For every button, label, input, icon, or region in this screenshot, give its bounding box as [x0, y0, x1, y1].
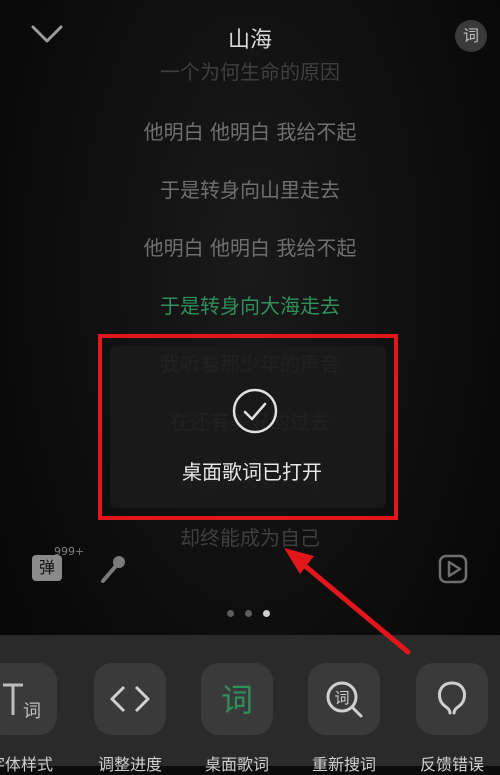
danmu-icon: 弹 [32, 555, 62, 581]
feedback-label: 反馈错误 [419, 755, 484, 774]
video-play-icon[interactable] [437, 553, 469, 585]
font-style-icon: 词 [3, 683, 41, 722]
lyric-line: 他明白 他明白 我给不起 [143, 236, 357, 260]
action-panel: 词 字体样式 调整进度 词 桌面歌词 词 重新搜词 反馈错误 [0, 635, 500, 774]
page-dot [227, 610, 234, 617]
toast-message: 桌面歌词已打开 [182, 460, 322, 484]
feedback-icon [438, 681, 466, 715]
desktop-lyrics-label: 桌面歌词 [204, 755, 269, 774]
desktop-lyrics-button[interactable]: 词 [201, 663, 273, 735]
search-lyrics-label: 重新搜词 [311, 755, 376, 774]
check-circle-icon [232, 388, 278, 434]
adjust-progress-icon [110, 685, 150, 713]
lyric-line: 于是转身向山里走去 [160, 178, 340, 202]
svg-text:词: 词 [221, 681, 253, 719]
feedback-button[interactable] [416, 663, 488, 735]
lyric-badge-icon[interactable]: 词 [455, 20, 487, 52]
toast-highlight-box: 桌面歌词已打开 [98, 334, 398, 520]
font-style-button[interactable]: 词 [0, 663, 57, 735]
lyric-line-active: 于是转身向大海走去 [160, 294, 340, 318]
search-lyrics-button[interactable]: 词 [308, 663, 380, 735]
annotation-arrow-icon [284, 548, 411, 655]
microphone-icon[interactable] [96, 552, 130, 586]
adjust-progress-button[interactable] [94, 663, 166, 735]
font-style-label: 字体样式 [0, 755, 53, 774]
adjust-progress-label: 调整进度 [97, 755, 162, 774]
page-dot [245, 610, 252, 617]
song-title: 山海 [227, 28, 272, 53]
danmu-count: 999+ [54, 545, 85, 558]
toast: 桌面歌词已打开 [110, 346, 386, 508]
svg-text:词: 词 [23, 701, 41, 722]
danmu-button[interactable]: 弹 999+ [32, 545, 84, 583]
lyric-line: 他明白 他明白 我给不起 [143, 120, 357, 144]
desktop-lyrics-icon: 词 [221, 681, 253, 719]
svg-text:词: 词 [334, 689, 349, 707]
search-lyrics-icon: 词 [326, 681, 363, 718]
page-dot-active [263, 610, 270, 617]
lyric-line: 一个为何生命的原因 [160, 60, 340, 84]
